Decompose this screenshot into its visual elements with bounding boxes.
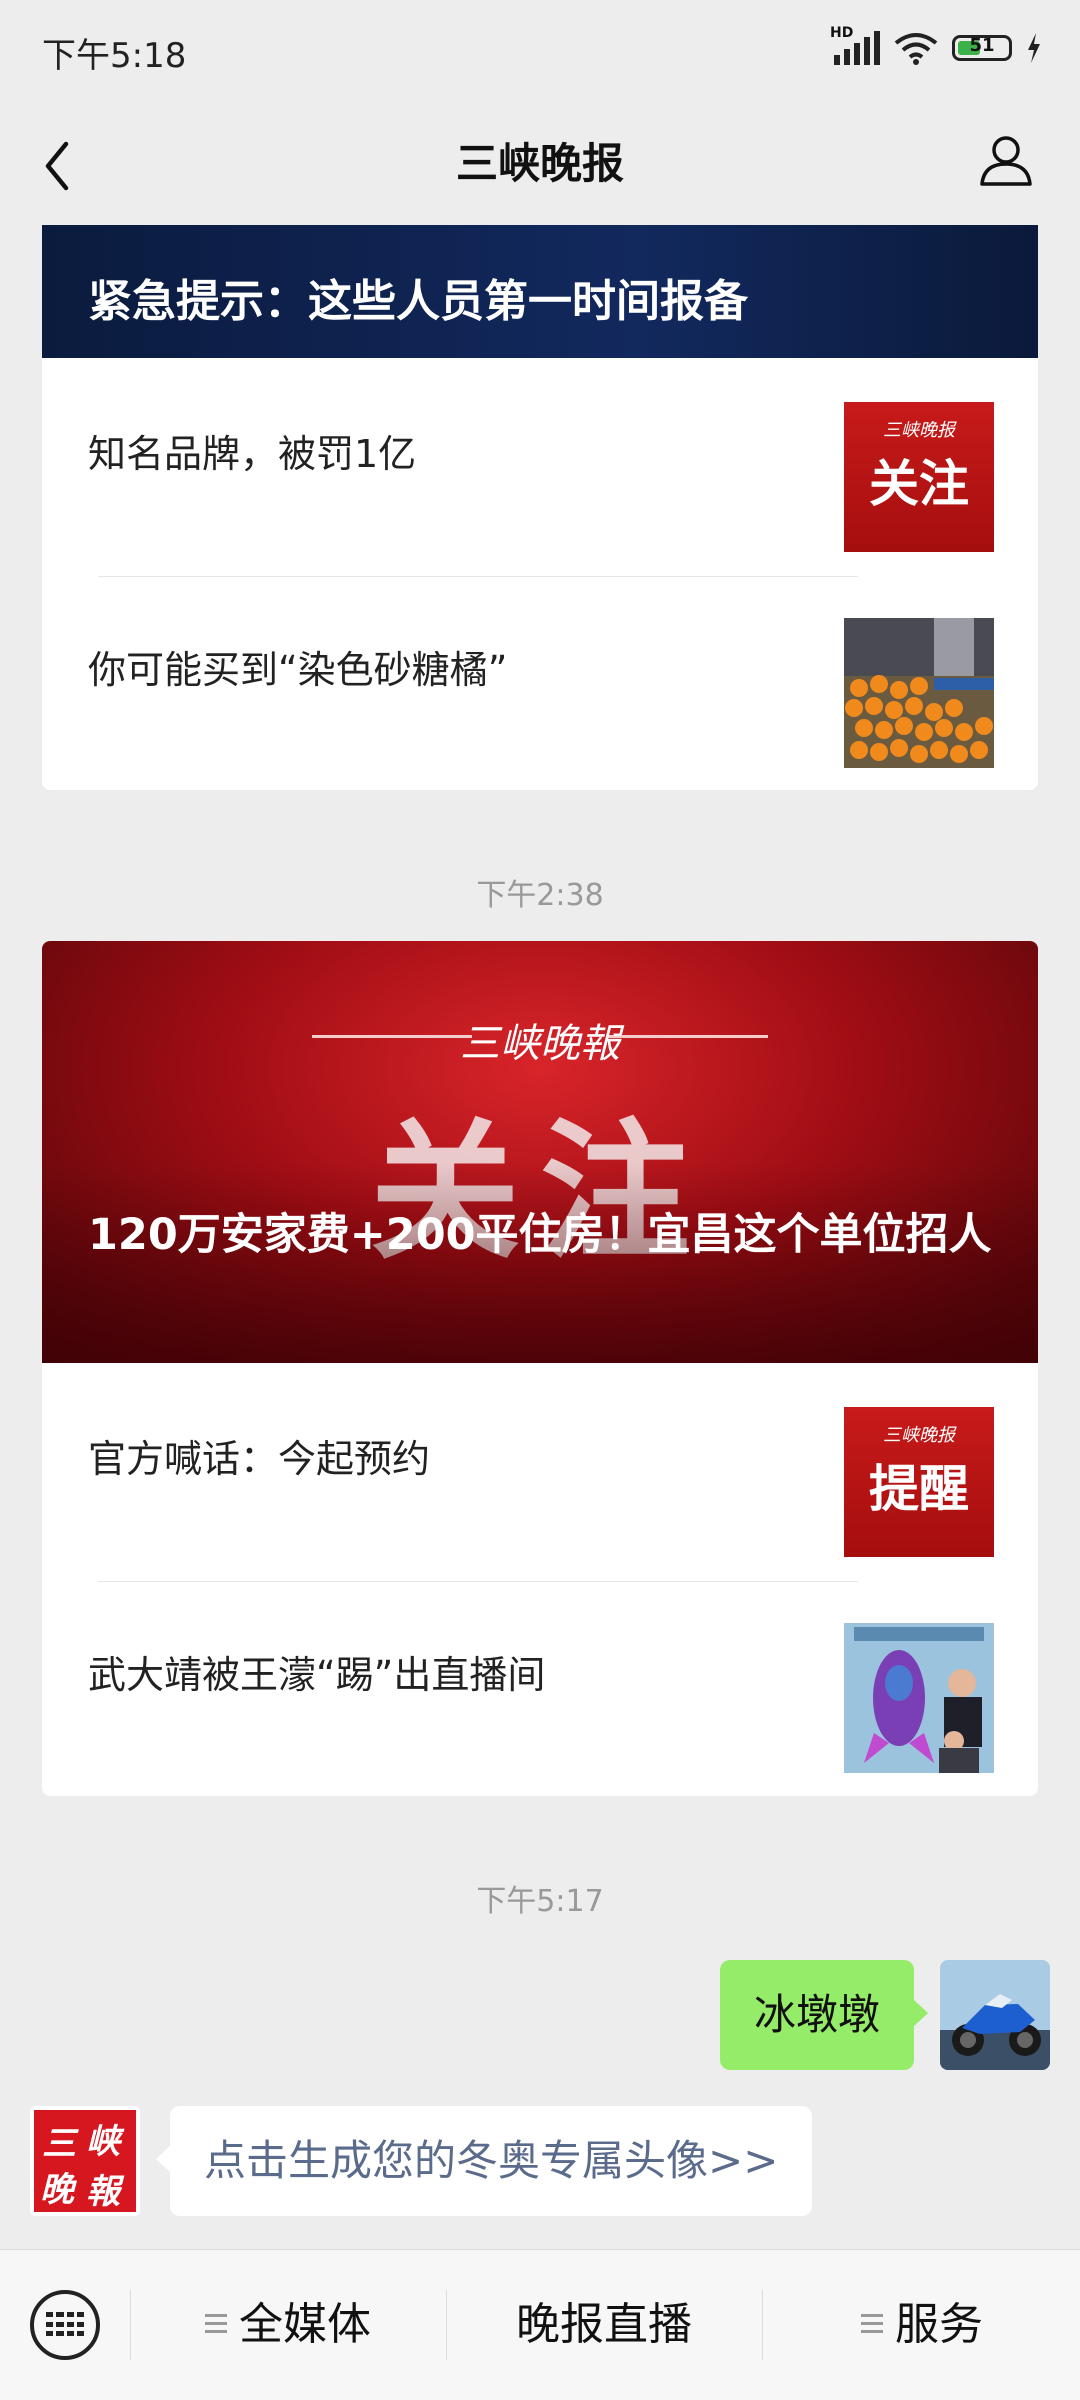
menu-list-icon: [205, 2309, 227, 2338]
menu-label: 晚报直播: [516, 2299, 692, 2350]
chat-timestamp: 下午5:17: [476, 1884, 604, 1919]
status-bar: 下午5:18 HD 51: [0, 0, 1080, 100]
article-thumbnail-oranges: [844, 618, 994, 768]
thumb-word: 关注: [869, 455, 969, 513]
charging-icon: [1028, 33, 1040, 63]
avatar[interactable]: [940, 1960, 1050, 2070]
menu-list-icon: [861, 2309, 883, 2338]
official-account-avatar[interactable]: 三 峡 晚 報: [30, 2106, 140, 2216]
menu-label: 全媒体: [239, 2299, 371, 2350]
chat-timestamp: 下午2:38: [476, 878, 604, 913]
motorcycle-avatar: [940, 1960, 1050, 2070]
banner-title: 120万安家费+200平住房！宜昌这个单位招人: [88, 1210, 992, 1260]
article-thumbnail: 三峡晚报 关注: [844, 402, 994, 552]
page-title: 三峡晚报: [455, 139, 624, 188]
article-banner[interactable]: 三峡晚報 关注 120万安家费+200平住房！宜昌这个单位招人: [42, 941, 1038, 1363]
wifi-icon: [894, 33, 938, 65]
article-card: 紧急提示：这些人员第一时间报备 知名品牌，被罚1亿 三峡晚报 关注 你可能买到“…: [42, 225, 1038, 790]
article-row[interactable]: 官方喊话：今起预约 三峡晚报 提醒: [42, 1363, 1038, 1557]
status-time: 下午5:18: [42, 36, 187, 76]
menu-label: 服务: [895, 2299, 983, 2350]
title-bar: 三峡晚报: [0, 100, 1080, 225]
signal-icon: HD: [830, 25, 880, 65]
bottom-menu-bar: 全媒体 晚报直播 服务: [0, 2249, 1080, 2400]
hd-label: HD: [830, 25, 854, 41]
sent-bubble[interactable]: 冰墩墩: [719, 1960, 929, 2070]
menu-live[interactable]: 晚报直播: [448, 2250, 760, 2400]
battery-icon: 51: [952, 35, 1012, 61]
article-row[interactable]: 武大靖被王濛“踢”出直播间: [42, 1579, 1038, 1773]
article-thumbnail-livestream: [844, 1623, 994, 1773]
article-title: 官方喊话：今起预约: [88, 1437, 431, 1481]
sent-message: 冰墩墩: [650, 1960, 1050, 2070]
article-row[interactable]: 知名品牌，被罚1亿 三峡晚报 关注: [42, 358, 1038, 552]
thumb-word: 提醒: [869, 1460, 969, 1518]
banner-title: 紧急提示：这些人员第一时间报备: [88, 276, 748, 327]
article-row[interactable]: 你可能买到“染色砂糖橘”: [42, 574, 1038, 768]
oranges-image: [844, 618, 994, 768]
thumb-masthead: 三峡晚报: [883, 420, 955, 441]
article-thumbnail: 三峡晚报 提醒: [844, 1407, 994, 1557]
battery-level: 51: [969, 35, 995, 56]
menu-services[interactable]: 服务: [764, 2250, 1080, 2400]
thumb-masthead: 三峡晚报: [883, 1425, 955, 1446]
menu-all-media[interactable]: 全媒体: [132, 2250, 444, 2400]
keyboard-toggle-icon[interactable]: [30, 2290, 100, 2360]
article-banner[interactable]: 紧急提示：这些人员第一时间报备: [42, 225, 1038, 358]
livestream-image: [844, 1623, 994, 1773]
profile-icon[interactable]: [976, 130, 1036, 190]
status-icons: HD 51: [830, 25, 1042, 68]
article-title: 知名品牌，被罚1亿: [88, 432, 417, 476]
article-card: 三峡晚報 关注 120万安家费+200平住房！宜昌这个单位招人 官方喊话：今起预…: [42, 941, 1038, 1796]
received-bubble-link[interactable]: 点击生成您的冬奥专属头像>>: [155, 2106, 813, 2216]
article-title: 你可能买到“染色砂糖橘”: [88, 648, 508, 692]
received-message: 三 峡 晚 報 点击生成您的冬奥专属头像>>: [30, 2106, 930, 2216]
banner-masthead: 三峡晚報: [460, 1021, 620, 1067]
article-title: 武大靖被王濛“踢”出直播间: [88, 1653, 546, 1697]
